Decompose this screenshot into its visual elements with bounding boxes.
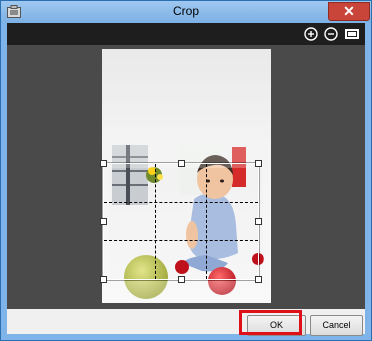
crop-handle-bottom-left[interactable]	[100, 276, 107, 283]
crop-handle-bottom-right[interactable]	[255, 276, 262, 283]
crop-grid-line	[104, 240, 258, 241]
crop-handle-top[interactable]	[178, 160, 185, 167]
dialog-body: OK Cancel	[7, 23, 365, 336]
fit-to-screen-icon[interactable]	[344, 26, 360, 42]
title-bar[interactable]: Crop ✕	[1, 1, 371, 23]
crop-handle-bottom[interactable]	[178, 276, 185, 283]
crop-grid-line	[206, 164, 207, 279]
zoom-in-icon[interactable]	[303, 26, 319, 42]
crop-grid-line	[104, 202, 258, 203]
crop-dialog: Crop ✕ OK Cancel	[0, 0, 372, 341]
dialog-footer: OK Cancel	[7, 309, 365, 336]
cancel-button[interactable]: Cancel	[310, 315, 363, 336]
window-title: Crop	[172, 4, 199, 18]
zoom-out-icon[interactable]	[323, 26, 339, 42]
crop-handle-top-right[interactable]	[255, 160, 262, 167]
crop-selection[interactable]	[100, 160, 262, 283]
close-button[interactable]: ✕	[328, 2, 370, 21]
toolbar	[7, 23, 365, 45]
crop-handle-top-left[interactable]	[100, 160, 107, 167]
crop-handle-right[interactable]	[255, 218, 262, 225]
image-canvas[interactable]	[7, 45, 365, 309]
crop-handle-left[interactable]	[100, 218, 107, 225]
crop-grid-line	[155, 164, 156, 279]
ok-button-highlight	[239, 310, 302, 335]
